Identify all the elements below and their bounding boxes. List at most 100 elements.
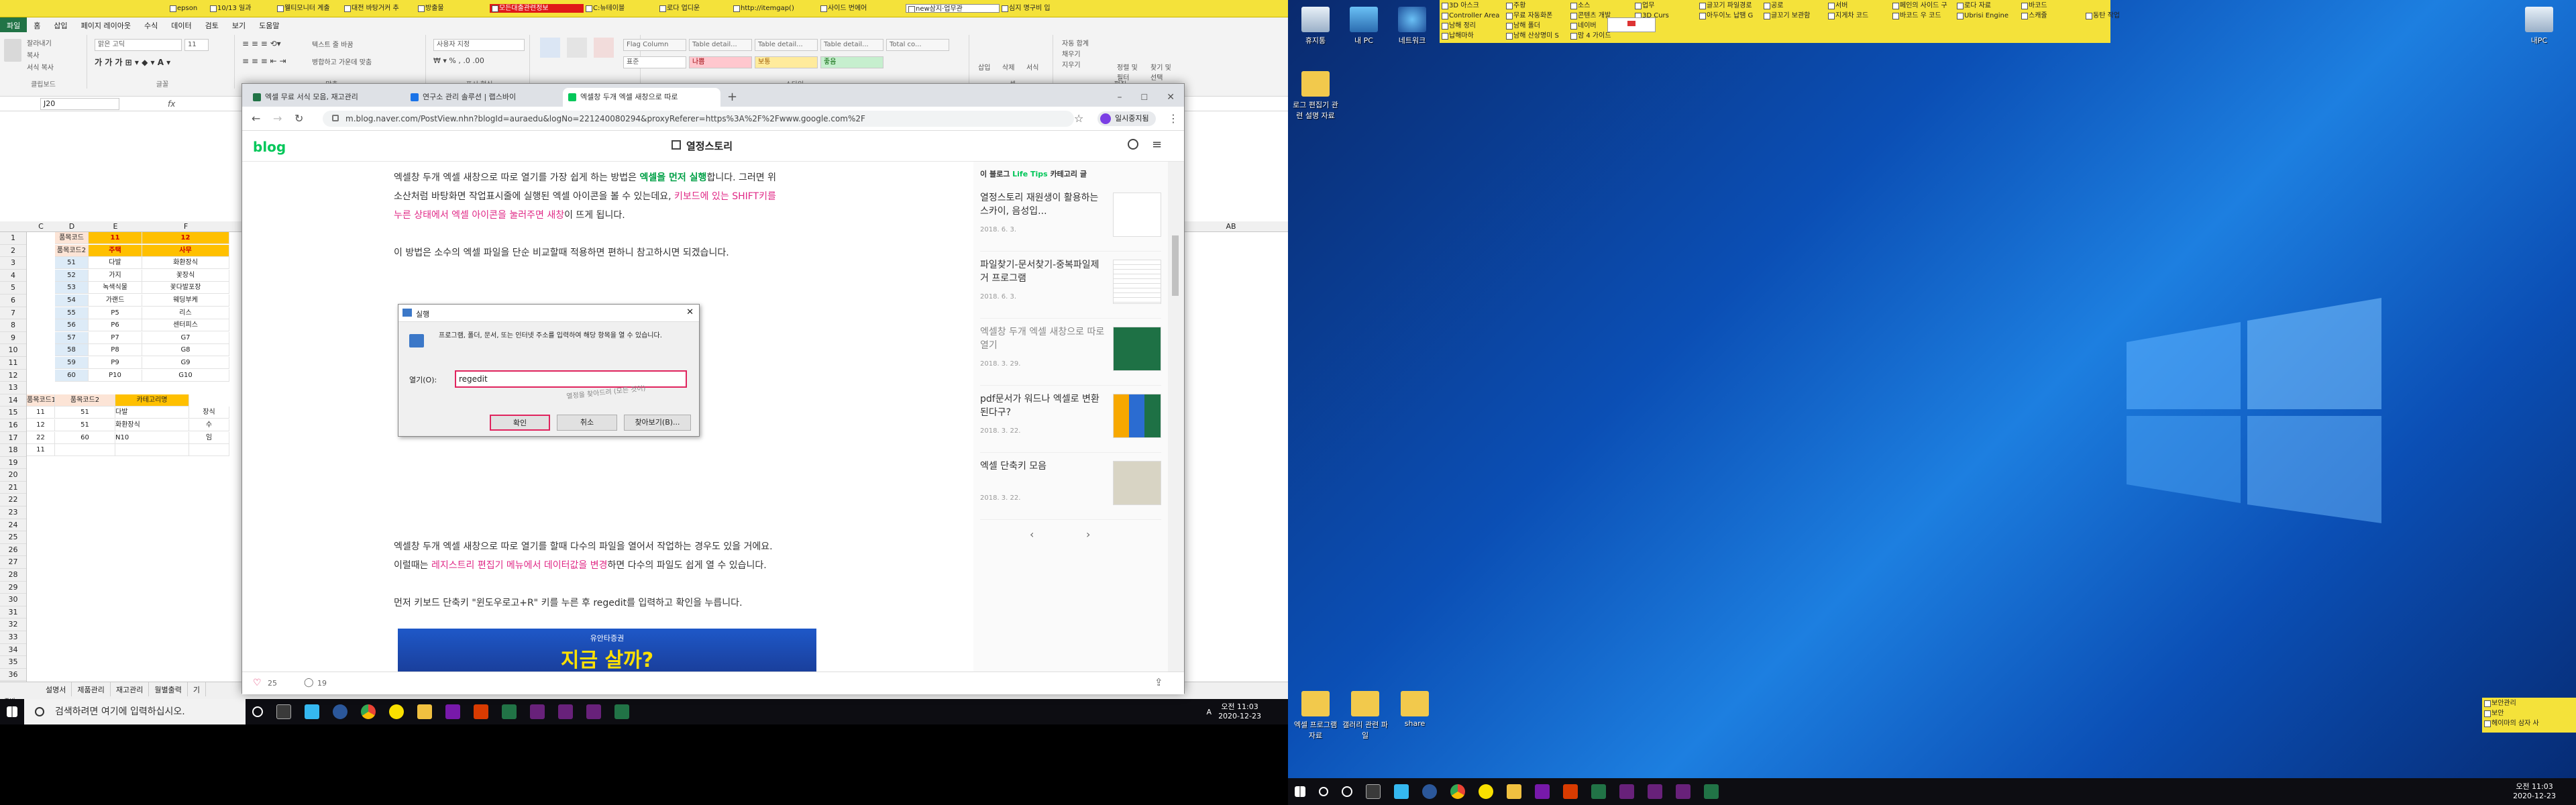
run-command-input[interactable]: regedit xyxy=(455,370,687,388)
cell[interactable]: 54 xyxy=(55,294,89,307)
row-header[interactable]: 16 xyxy=(0,419,26,432)
font-size-select[interactable]: 11 xyxy=(184,39,209,51)
style-table-detail[interactable]: Table detail... xyxy=(689,39,752,51)
windows-start-icon[interactable] xyxy=(7,706,17,717)
sticky-note[interactable]: Ubrisi Engine xyxy=(1955,11,2018,20)
cell[interactable]: 51 xyxy=(55,419,115,431)
new-tab-button[interactable]: + xyxy=(720,88,737,107)
input-lang[interactable]: A xyxy=(1207,708,1212,716)
onenote-icon[interactable] xyxy=(445,704,460,719)
star-icon[interactable]: ☆ xyxy=(1074,112,1083,125)
row-header[interactable]: 12 xyxy=(0,370,26,382)
row-header[interactable]: 27 xyxy=(0,556,26,570)
sticky-note[interactable]: 글꼬기 보관함 xyxy=(1762,11,1825,20)
cell[interactable]: 58 xyxy=(55,344,89,357)
spreadsheet-grid[interactable]: 품목코드 11 12 품목코드2 주택 사무 51 다발 화환장식 52 가지 꽃장식 53… xyxy=(27,232,248,682)
sticky-note[interactable]: 로다 자료 xyxy=(1955,1,2018,10)
cell[interactable]: 57 xyxy=(55,331,89,344)
cell[interactable]: 59 xyxy=(55,357,89,369)
ad-banner[interactable]: 유안타증권 지금 살까? xyxy=(398,629,816,672)
style-bad[interactable]: 나쁨 xyxy=(689,56,752,68)
align-icon[interactable]: ≡ ≡ ≡ ⟲▾ xyxy=(242,39,281,48)
cell[interactable]: 12 xyxy=(27,419,55,431)
desktop-icon-folder[interactable]: 로그 편집기 관련 설명 자료 xyxy=(1292,71,1339,121)
sticky-note[interactable]: new삼지·업무관 xyxy=(906,4,1000,13)
excel-icon[interactable] xyxy=(614,704,629,719)
cut-button[interactable]: 잘라내기 xyxy=(27,38,52,48)
sticky-note[interactable]: 보안 xyxy=(2482,709,2576,718)
sidebar-category[interactable]: Life Tips xyxy=(1012,170,1048,178)
tab-review[interactable]: 검토 xyxy=(199,17,225,32)
back-icon[interactable]: ← xyxy=(252,112,260,125)
sidebar-post[interactable]: 엑셀창 두개 엑셀 새창으로 따로 열기 2018. 3. 29. xyxy=(980,319,1161,386)
excel-icon[interactable] xyxy=(502,704,517,719)
sticky-note[interactable]: 아두이노 납땜 G xyxy=(1697,11,1760,20)
cell[interactable]: 품목코드2 xyxy=(55,244,89,257)
sticky-note[interactable]: 주황 xyxy=(1504,1,1567,10)
heart-icon[interactable]: ♡ xyxy=(253,678,262,688)
cell[interactable]: P9 xyxy=(89,357,142,369)
row-header[interactable]: 23 xyxy=(0,506,26,519)
cell[interactable]: G10 xyxy=(142,369,229,382)
row-header[interactable]: 15 xyxy=(0,407,26,419)
app-icon[interactable] xyxy=(333,704,347,719)
cell[interactable]: 웨딩부케 xyxy=(142,294,229,307)
cell[interactable]: 가지 xyxy=(89,269,142,282)
desktop-icon-recycle[interactable]: 휴지통 xyxy=(1292,7,1339,46)
task-view-icon[interactable] xyxy=(1366,784,1381,799)
sheet-tab[interactable]: 제품관리 xyxy=(72,682,111,696)
close-icon[interactable]: ✕ xyxy=(1157,88,1184,107)
cell[interactable] xyxy=(189,444,229,457)
font-name-select[interactable]: 맑은 고딕 xyxy=(95,39,182,51)
sticky-note[interactable]: 스캐줄 xyxy=(2019,11,2082,20)
row-header[interactable]: 31 xyxy=(0,606,26,619)
taskbar-search-input[interactable]: 검색하려면 여기에 입력하십시오. xyxy=(24,699,246,724)
sidebar-post[interactable]: pdf문서가 워드나 엑셀로 변환된다구? 2018. 3. 22. xyxy=(980,386,1161,453)
tab-formulas[interactable]: 수식 xyxy=(138,17,164,32)
kakao-icon[interactable] xyxy=(389,704,404,719)
sticky-note[interactable]: Controller Area xyxy=(1440,11,1503,20)
tab-data[interactable]: 데이터 xyxy=(164,17,198,32)
conditional-format-icon[interactable] xyxy=(540,38,560,58)
desktop-icon-right[interactable]: 내PC xyxy=(2516,7,2563,46)
edge-icon[interactable] xyxy=(1394,784,1409,799)
cell[interactable]: 11 xyxy=(89,232,142,244)
sticky-note[interactable]: 대전 바탕거커 추 xyxy=(342,4,416,13)
sticky-note[interactable]: 남해 정리 xyxy=(1440,21,1503,30)
sticky-note[interactable]: C:뉴테이블 xyxy=(584,4,657,13)
pager-prev-button[interactable]: ‹ xyxy=(1030,528,1034,541)
copy-button[interactable]: 복사 xyxy=(27,50,39,60)
row-header[interactable]: 34 xyxy=(0,644,26,657)
cell[interactable]: P5 xyxy=(89,307,142,319)
sticky-note[interactable]: epson xyxy=(168,4,208,13)
forward-icon[interactable]: → xyxy=(273,112,282,125)
cell[interactable]: 사무 xyxy=(142,244,229,257)
tab-file[interactable]: 파일 xyxy=(0,17,28,32)
cancel-button[interactable]: 취소 xyxy=(557,415,617,431)
row-header[interactable]: 29 xyxy=(0,582,26,594)
paste-icon[interactable] xyxy=(4,39,21,62)
format-painter-button[interactable]: 서식 복사 xyxy=(27,62,54,72)
sidebar-post[interactable]: 엑셀 단축키 모음 2018. 3. 22. xyxy=(980,453,1161,520)
cell[interactable]: 카테고리명 xyxy=(115,394,189,407)
cell[interactable]: P7 xyxy=(89,331,142,344)
onenote-icon[interactable] xyxy=(1535,784,1550,799)
blog-logo[interactable]: blog xyxy=(253,139,286,155)
row-header[interactable]: 4 xyxy=(0,270,26,282)
row-header[interactable]: 22 xyxy=(0,494,26,507)
wrap-text-button[interactable]: 텍스트 줄 바꿈 xyxy=(312,39,354,49)
format-as-table-icon[interactable] xyxy=(567,38,587,58)
style-flag-column[interactable]: Flag Column xyxy=(623,39,686,51)
row-header[interactable]: 11 xyxy=(0,357,26,370)
currency-icon[interactable]: ₩ ▾ % , .0 .00 xyxy=(433,56,484,65)
sticky-note[interactable]: 남해 산상명미 S xyxy=(1504,32,1567,40)
sticky-note[interactable]: 맘 4 가이드 xyxy=(1568,32,1631,40)
sticky-note[interactable]: 공로 xyxy=(1762,1,1825,10)
cell[interactable]: 12 xyxy=(142,232,229,244)
autosum-button[interactable]: 자동 합계 xyxy=(1062,38,1089,48)
sticky-note[interactable]: 사이드 번에어 xyxy=(818,4,906,13)
visual-studio-icon[interactable] xyxy=(1648,784,1662,799)
blog-menu-icon[interactable] xyxy=(672,140,681,150)
sticky-note[interactable]: 바코드 xyxy=(2019,1,2082,10)
cell[interactable]: 53 xyxy=(55,282,89,294)
